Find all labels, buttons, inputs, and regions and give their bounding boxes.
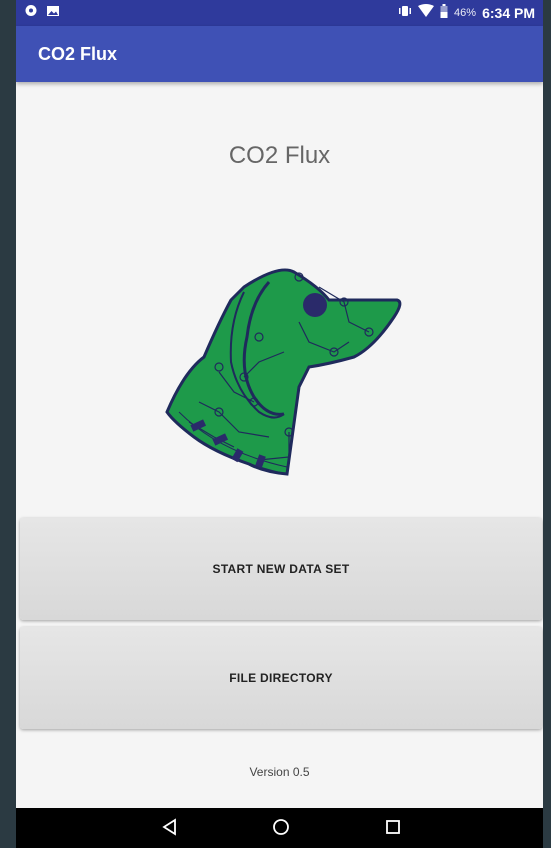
start-new-data-set-button[interactable]: START NEW DATA SET: [20, 518, 542, 620]
battery-percentage: 46%: [454, 6, 477, 19]
app-bar: CO2 Flux: [16, 26, 543, 82]
page-title: CO2 Flux: [228, 142, 331, 169]
home-icon[interactable]: [272, 818, 290, 841]
navigation-bar: [16, 808, 543, 848]
dog-circuit-logo: [159, 262, 409, 480]
recents-icon[interactable]: [384, 818, 402, 841]
back-icon[interactable]: [161, 818, 179, 841]
vibrate-icon: [398, 4, 412, 21]
file-directory-button[interactable]: FILE DIRECTORY: [20, 627, 542, 729]
wifi-icon: [418, 4, 435, 21]
status-bar: 46% 6:34 PM: [16, 0, 543, 26]
notification-chat-icon: [24, 4, 38, 21]
notification-image-icon: [46, 4, 60, 21]
clock: 6:34 PM: [482, 4, 535, 21]
battery-icon: [440, 4, 448, 21]
app-bar-title: CO2 Flux: [38, 44, 118, 64]
app-screen: 46% 6:34 PM CO2 Flux CO2 Flux START NEW …: [16, 0, 543, 848]
version-label: Version 0.5: [249, 765, 310, 779]
